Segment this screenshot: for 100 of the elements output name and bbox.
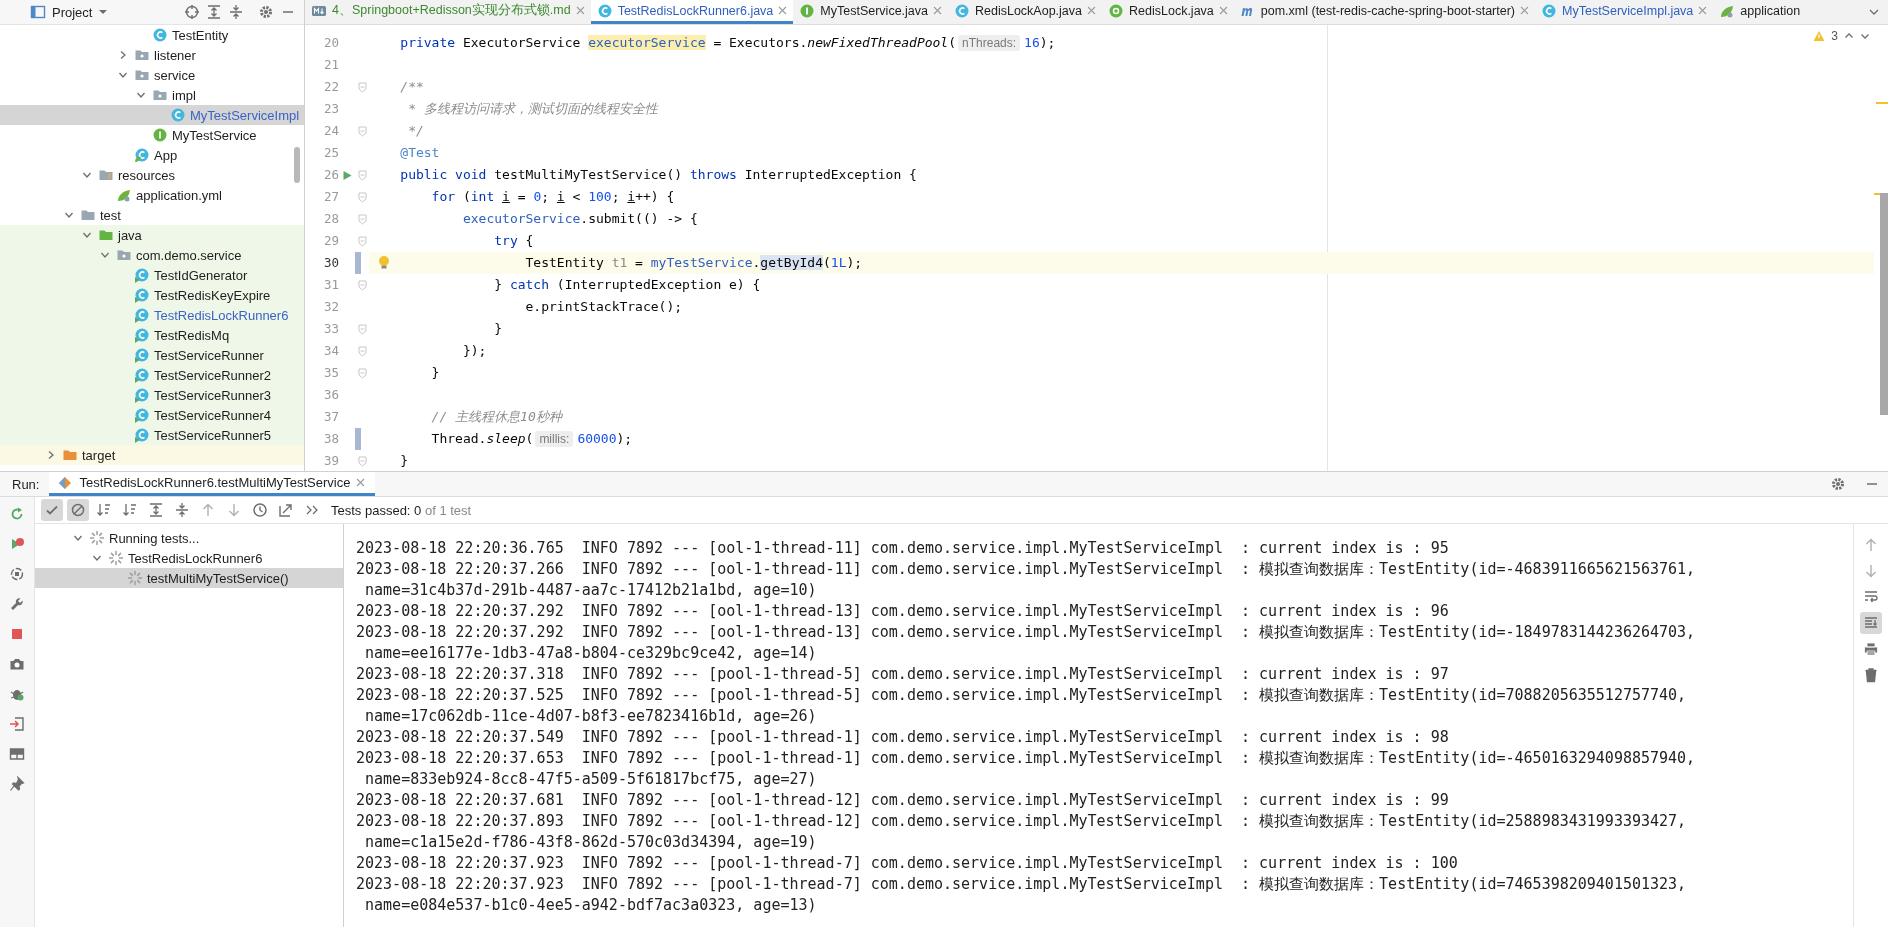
- tree-item[interactable]: service: [0, 65, 304, 85]
- chevron-icon[interactable]: [100, 250, 110, 260]
- editor-tab[interactable]: MyTestService.java: [793, 0, 948, 24]
- line-number: 38: [322, 430, 339, 448]
- window-icon: [30, 4, 46, 20]
- tree-item[interactable]: TestRedisLockRunner6: [35, 548, 343, 568]
- run-icon[interactable]: [341, 169, 353, 181]
- toolbar-button[interactable]: [1860, 612, 1882, 634]
- code-line: executorService.submit(() -> {: [461, 210, 699, 228]
- class-icon: [596, 2, 613, 19]
- tree-item[interactable]: resources: [0, 165, 304, 185]
- editor-tab[interactable]: pom.xml (test-redis-cache-spring-boot-starter): [1233, 0, 1536, 24]
- warning-icon[interactable]: [1813, 30, 1826, 42]
- tree-item[interactable]: TestIdGenerator: [0, 265, 304, 285]
- close-icon[interactable]: [575, 6, 585, 15]
- caret-icon[interactable]: [98, 7, 109, 17]
- tree-item[interactable]: App: [0, 145, 304, 165]
- line-number: 20: [322, 34, 339, 52]
- tree-item[interactable]: TestServiceRunner2: [0, 365, 304, 385]
- tree-item[interactable]: TestRedisKeyExpire: [0, 285, 304, 305]
- test-class-icon: [134, 427, 150, 443]
- log-line: name=ee16177e-1db3-47a8-b804-ce329bc9ce42, age=14): [364, 643, 818, 664]
- tree-item[interactable]: test: [0, 205, 304, 225]
- test-class-icon: [134, 267, 150, 283]
- close-icon[interactable]: [933, 6, 942, 15]
- warning-count[interactable]: 3: [1831, 29, 1838, 43]
- tree-item[interactable]: TestEntity: [0, 25, 304, 45]
- code-line: // 主线程休息10秒种: [430, 408, 564, 426]
- code-line: /**: [399, 78, 425, 96]
- chevron-icon[interactable]: [46, 450, 56, 460]
- close-icon[interactable]: [356, 478, 366, 487]
- code-line: Thread.sleep( millis: 60000);: [430, 430, 634, 449]
- chevron-down-icon[interactable]: [1860, 31, 1870, 41]
- line-number: 36: [322, 386, 339, 404]
- editor-tab[interactable]: RedisLock.java: [1102, 0, 1234, 24]
- chevron-icon[interactable]: [118, 70, 128, 80]
- wrench-icon: [9, 596, 25, 612]
- interface-icon: [799, 2, 816, 19]
- tree-item[interactable]: impl: [0, 85, 304, 105]
- chevron-icon[interactable]: [73, 533, 83, 543]
- chevron-icon[interactable]: [92, 553, 102, 563]
- tree-item[interactable]: testMultiMyTestService(): [35, 568, 343, 588]
- tree-item[interactable]: MyTestService: [0, 125, 304, 145]
- change-marker[interactable]: [355, 252, 361, 274]
- code-line: try {: [493, 232, 535, 250]
- tree-item[interactable]: application.yml: [0, 185, 304, 205]
- wrap-icon: [1863, 589, 1879, 605]
- settings-icon[interactable]: [1830, 476, 1846, 492]
- tree-item[interactable]: TestServiceRunner4: [0, 405, 304, 425]
- tree-item[interactable]: java: [0, 225, 304, 245]
- chevron-icon[interactable]: [82, 170, 92, 180]
- test-class-icon: [134, 387, 150, 403]
- code-line: for (int i = 0; i < 100; i++) {: [430, 188, 676, 206]
- lightbulb-icon[interactable]: [377, 255, 391, 271]
- close-icon[interactable]: [1520, 6, 1530, 15]
- tree-item[interactable]: Running tests...: [35, 528, 343, 548]
- tree-item[interactable]: MyTestServiceImpl: [0, 105, 304, 125]
- chevron-icon[interactable]: [118, 50, 128, 60]
- scrollbar-thumb[interactable]: [1880, 193, 1888, 415]
- tree-item[interactable]: TestRedisMq: [0, 325, 304, 345]
- editor-tab[interactable]: application: [1713, 0, 1807, 24]
- collapse-all-icon[interactable]: [228, 4, 244, 20]
- expand-all-icon[interactable]: [206, 4, 222, 20]
- toolbar-button[interactable]: [67, 499, 89, 521]
- editor-tab[interactable]: MyTestServiceImpl.java: [1535, 0, 1714, 24]
- editor-tab[interactable]: 4、Springboot+Redisson实现分布式锁.md: [305, 0, 591, 24]
- class-icon: [954, 2, 970, 19]
- tree-item[interactable]: listener: [0, 45, 304, 65]
- spinner-icon: [89, 530, 105, 546]
- editor-tab[interactable]: TestRedisLockRunner6.java: [590, 0, 794, 24]
- class-leaf-icon: [134, 147, 150, 163]
- tree-item[interactable]: TestServiceRunner3: [0, 385, 304, 405]
- crosshair-icon[interactable]: [184, 4, 200, 20]
- tree-item[interactable]: TestServiceRunner5: [0, 425, 304, 445]
- close-icon[interactable]: [1218, 6, 1228, 15]
- close-icon[interactable]: [778, 6, 788, 15]
- editor-tab[interactable]: RedisLockAop.java: [948, 0, 1102, 24]
- tree-item[interactable]: target: [0, 445, 304, 465]
- change-marker[interactable]: [355, 428, 361, 450]
- up-arrow-icon: [200, 502, 216, 518]
- test-class-icon: [134, 407, 150, 423]
- chevron-icon[interactable]: [64, 210, 74, 220]
- close-icon[interactable]: [1087, 6, 1096, 15]
- settings-icon[interactable]: [258, 4, 274, 20]
- code-line: }: [399, 452, 410, 470]
- scrollbar-thumb[interactable]: [294, 147, 300, 183]
- chevron-icon[interactable]: [136, 90, 146, 100]
- pin-icon: [9, 776, 25, 792]
- export-icon: [278, 502, 294, 518]
- run-tab[interactable]: TestRedisLockRunner6.testMultiMyTestService: [49, 472, 376, 496]
- camera-icon: [9, 656, 25, 672]
- tree-item[interactable]: TestServiceRunner: [0, 345, 304, 365]
- rerun-failed-icon: [9, 536, 25, 552]
- tree-item[interactable]: com.demo.service: [0, 245, 304, 265]
- code-line: @Test: [399, 144, 441, 162]
- chevron-icon[interactable]: [82, 230, 92, 240]
- close-icon[interactable]: [1698, 6, 1708, 15]
- panel-title[interactable]: Project: [52, 4, 93, 20]
- toolbar-button[interactable]: [41, 499, 63, 521]
- tree-item[interactable]: TestRedisLockRunner6: [0, 305, 304, 325]
